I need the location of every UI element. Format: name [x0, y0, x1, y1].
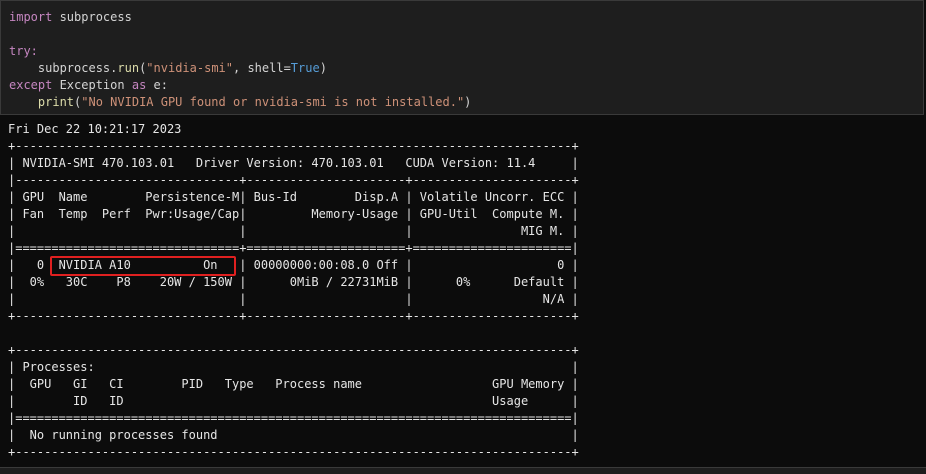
except-keyword: except: [9, 78, 53, 92]
except-mid: Exception: [52, 78, 132, 92]
output-line: | | | N/A |: [8, 292, 579, 306]
output-line: | Processes: |: [8, 360, 579, 374]
run-function: run: [117, 61, 140, 75]
print-string: "No NVIDIA GPU found or nvidia-smi is no…: [81, 95, 465, 109]
print-close: ): [464, 95, 472, 109]
output-line: +---------------------------------------…: [8, 343, 579, 357]
output-line: | No running processes found |: [8, 428, 579, 442]
code-line-run: subprocess.run("nvidia-smi", shell=True): [9, 60, 923, 77]
print-function: print: [37, 95, 75, 109]
output-line: | GPU GI CI PID Type Process name GPU Me…: [8, 377, 579, 391]
try-keyword: try:: [9, 44, 38, 58]
except-end: e:: [146, 78, 168, 92]
run-prefix: subprocess.: [9, 61, 118, 75]
output-line: +---------------------------------------…: [8, 445, 579, 459]
output-line: | | | MIG M. |: [8, 224, 579, 238]
output-line: +-------------------------------+-------…: [8, 309, 579, 323]
as-keyword: as: [131, 78, 147, 92]
import-keyword: import: [9, 10, 53, 24]
run-string: "nvidia-smi": [146, 61, 233, 75]
output-line: | GPU Name Persistence-M| Bus-Id Disp.A …: [8, 190, 579, 204]
output-line: | ID ID Usage |: [8, 394, 579, 408]
print-indent: [9, 95, 38, 109]
code-line-try: try:: [9, 43, 923, 60]
output-line: |-------------------------------+-------…: [8, 173, 579, 187]
output-line: +---------------------------------------…: [8, 139, 579, 153]
output-line-gpu-name: | 0 NVIDIA A10 On | 00000000:00:08.0 Off…: [8, 258, 579, 272]
output-line: |=======================================…: [8, 411, 579, 425]
output-line: Fri Dec 22 10:21:17 2023: [8, 122, 182, 136]
code-line-print: print("No NVIDIA GPU found or nvidia-smi…: [9, 94, 923, 111]
output-line: |===============================+=======…: [8, 241, 579, 255]
code-line-except: except Exception as e:: [9, 77, 923, 94]
run-mid: , shell=: [233, 61, 291, 75]
import-module: subprocess: [52, 10, 132, 24]
output-line: | Fan Temp Perf Pwr:Usage/Cap| Memory-Us…: [8, 207, 579, 221]
run-true: True: [290, 61, 320, 75]
code-cell[interactable]: import subprocess try: subprocess.run("n…: [0, 0, 924, 115]
cell-output: Fri Dec 22 10:21:17 2023 +--------------…: [0, 121, 926, 466]
code-line-1: import subprocess: [9, 9, 923, 26]
run-close: ): [319, 61, 327, 75]
output-line: | NVIDIA-SMI 470.103.01 Driver Version: …: [8, 156, 579, 170]
output-line: | 0% 30C P8 20W / 150W | 0MiB / 22731MiB…: [8, 275, 579, 289]
